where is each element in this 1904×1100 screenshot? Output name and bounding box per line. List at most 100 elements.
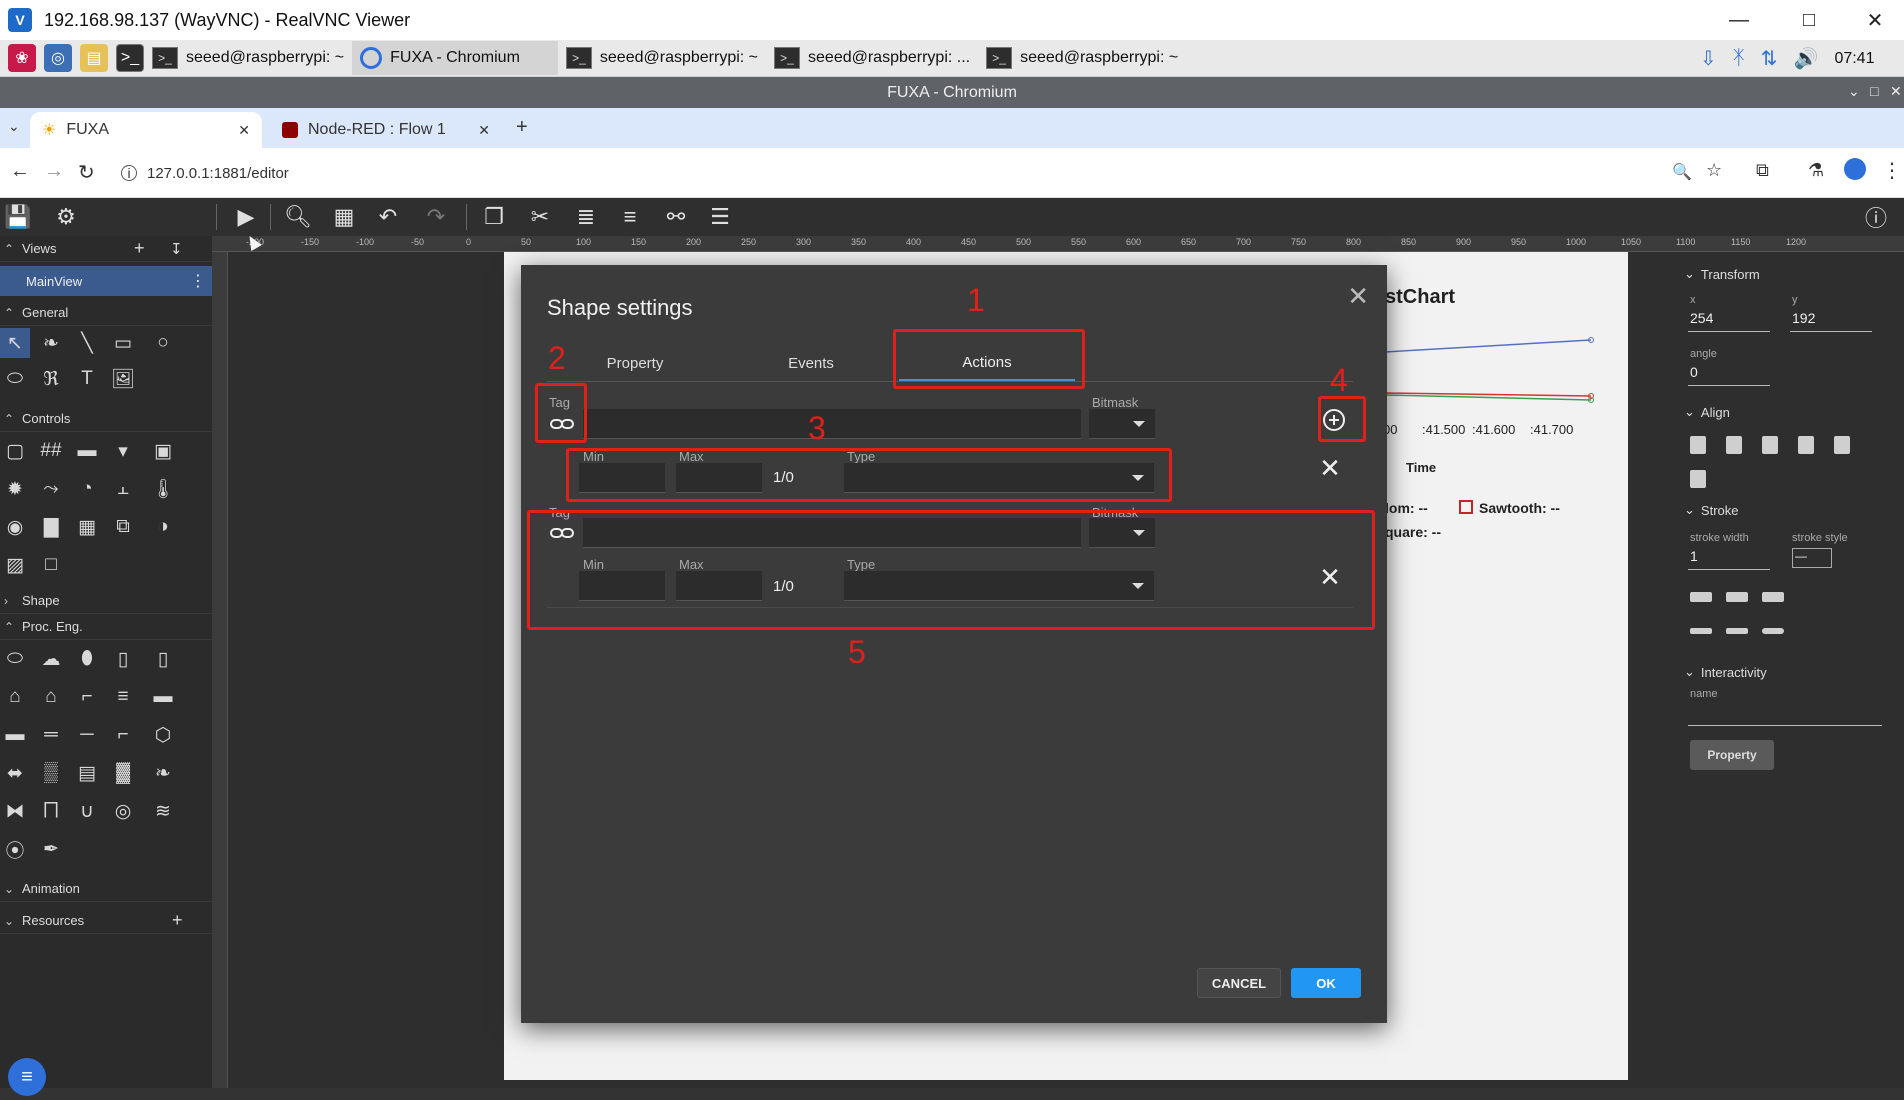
slider-icon[interactable]: ⫠ [108, 474, 138, 504]
proc-shape-icon[interactable]: ❧ [148, 758, 178, 788]
close-icon[interactable]: ✕ [1890, 83, 1902, 100]
line-tool-icon[interactable]: ╲ [72, 328, 102, 358]
tab-events[interactable]: Events [723, 345, 899, 381]
linejoin-round-icon[interactable] [1726, 628, 1748, 634]
maximize-icon[interactable]: □ [1780, 0, 1838, 40]
zoom-tool-icon[interactable]: 🔍︎ [282, 202, 314, 232]
tab-search-chevron-icon[interactable]: ⌄ [8, 118, 20, 135]
close-tab-icon[interactable]: ✕ [478, 122, 490, 139]
undo-icon[interactable]: ↶ [372, 202, 404, 232]
controls-header[interactable]: ⌃ Controls [0, 406, 212, 432]
path-tool-icon[interactable]: ℜ [36, 364, 66, 394]
proc-shape-icon[interactable]: ⬡ [148, 720, 178, 750]
proc-shape-icon[interactable]: ⌐ [108, 720, 138, 750]
taskbar-task-terminal-3[interactable]: >_ seeed@raspberrypi: ... [766, 41, 978, 75]
grid-icon[interactable]: ▦ [328, 202, 360, 232]
tag-input[interactable] [583, 409, 1081, 439]
table-icon[interactable]: ▦ [72, 512, 102, 542]
stroke-style-select[interactable]: — [1792, 548, 1832, 568]
pen-tool-icon[interactable]: ❧ [36, 328, 66, 358]
add-resource-icon[interactable]: + [172, 910, 183, 931]
output-control-icon[interactable]: ▣ [148, 436, 178, 466]
proc-shape-icon[interactable]: ▤ [72, 758, 102, 788]
proc-shape-icon[interactable]: ⬭ [0, 644, 30, 674]
align-section[interactable]: ⌄ Align [1684, 404, 1730, 420]
chevron-down-icon[interactable]: ⌄ [1848, 83, 1860, 100]
iframe-icon[interactable]: ⧉ [108, 512, 138, 542]
close-icon[interactable]: ✕ [1347, 281, 1369, 312]
back-icon[interactable]: ← [10, 160, 30, 183]
gauge-sun-icon[interactable]: ✹ [0, 474, 30, 504]
proc-shape-icon[interactable]: ⬌ [0, 758, 30, 788]
new-tab-icon[interactable]: + [516, 116, 528, 139]
taskbar-task-chromium[interactable]: FUXA - Chromium [352, 41, 558, 75]
proc-shape-icon[interactable]: ⌂ [36, 682, 66, 712]
play-icon[interactable]: ▶ [230, 202, 262, 232]
gauge-icon[interactable]: ◔ [72, 474, 102, 504]
update-icon[interactable]: ⇩ [1700, 46, 1717, 71]
align-right-icon[interactable] [1762, 436, 1778, 454]
tab-node-red[interactable]: Node-RED : Flow 1 ✕ [270, 112, 502, 148]
animation-header[interactable]: ⌄ Animation [0, 876, 212, 902]
proc-shape-icon[interactable]: ▒ [36, 758, 66, 788]
browser-launcher-icon[interactable]: ◎ [44, 44, 72, 72]
network-icon[interactable]: ⇅ [1761, 46, 1778, 71]
proc-shape-icon[interactable]: ✒ [36, 834, 66, 864]
maximize-icon[interactable]: □ [1870, 83, 1878, 99]
proc-shape-icon[interactable]: ≋ [148, 796, 178, 826]
zoom-icon[interactable]: 🔍 [1672, 162, 1692, 182]
ungroup-icon[interactable]: ≡ [614, 202, 646, 232]
tab-property[interactable]: Property [547, 345, 723, 381]
proc-shape-icon[interactable]: ⌂ [0, 682, 30, 712]
views-header[interactable]: ⌃ Views + ↧ [0, 236, 212, 262]
list-icon[interactable]: ☰ [704, 202, 736, 232]
resources-header[interactable]: ⌄ Resources + [0, 908, 212, 934]
panel-icon[interactable]: □ [36, 550, 66, 580]
proc-shape-icon[interactable]: ▯ [148, 644, 178, 674]
property-button[interactable]: Property [1690, 740, 1774, 770]
input-control-icon[interactable]: ## [36, 436, 66, 466]
align-bottom-icon[interactable] [1690, 470, 1706, 488]
image-widget-icon[interactable]: ▨ [0, 550, 30, 580]
taskbar-task-terminal-4[interactable]: >_ seeed@raspberrypi: ~ [978, 41, 1186, 75]
view-item-mainview[interactable]: MainView ⋮ [0, 266, 212, 296]
general-header[interactable]: ⌃ General [0, 300, 212, 326]
align-middle-icon[interactable] [1834, 436, 1850, 454]
linecap-butt-icon[interactable] [1690, 592, 1712, 602]
forward-icon[interactable]: → [44, 160, 64, 183]
proc-shape-icon[interactable]: ⨅ [36, 796, 66, 826]
rect-tool-icon[interactable]: ▭ [108, 328, 138, 358]
link-icon[interactable]: ⚯ [660, 202, 692, 232]
thermometer-icon[interactable]: 🌡︎ [148, 474, 178, 504]
circle-tool-icon[interactable]: ○ [148, 328, 178, 358]
taskbar-task-terminal-2[interactable]: >_ seeed@raspberrypi: ~ [558, 41, 766, 75]
layers-menu-icon[interactable]: ≡ [8, 1058, 46, 1096]
align-center-icon[interactable] [1726, 436, 1742, 454]
taskbar-task-terminal-1[interactable]: >_ seeed@raspberrypi: ~ [144, 41, 352, 75]
proc-shape-icon[interactable]: ▬ [0, 720, 30, 750]
switch-icon[interactable]: ◉ [0, 512, 30, 542]
profile-avatar[interactable] [1844, 158, 1866, 180]
trend-chart-icon[interactable]: ⤳ [36, 474, 66, 504]
proc-shape-icon[interactable]: ─ [72, 720, 102, 750]
ellipse-tool-icon[interactable]: ⬭ [0, 364, 30, 394]
cut-icon[interactable]: ✂ [524, 202, 556, 232]
remove-action-icon[interactable]: ✕ [1317, 453, 1343, 483]
tab-fuxa[interactable]: ☀ FUXA ✕ [30, 112, 262, 148]
pie-chart-icon[interactable]: ◑ [148, 512, 178, 542]
proc-shape-icon[interactable]: ▓ [108, 758, 138, 788]
proc-shape-icon[interactable]: ⦿ [0, 834, 30, 864]
save-icon[interactable]: 💾 [2, 202, 34, 232]
help-icon[interactable]: ⓘ [1860, 202, 1892, 232]
extensions-icon[interactable]: ⧉ [1756, 160, 1769, 181]
proc-shape-icon[interactable]: ☁ [36, 644, 66, 674]
image-tool-icon[interactable]: 🖼︎ [108, 364, 138, 394]
text-tool-icon[interactable]: T [72, 364, 102, 394]
labs-icon[interactable]: ⚗ [1808, 160, 1824, 181]
ok-button[interactable]: OK [1291, 968, 1361, 998]
proc-shape-icon[interactable]: ◎ [108, 796, 138, 826]
linecap-round-icon[interactable] [1726, 592, 1748, 602]
y-input[interactable]: 192 [1790, 310, 1872, 332]
bar-chart-icon[interactable]: ▇ [36, 512, 66, 542]
button-control-icon[interactable]: ▬ [72, 436, 102, 466]
